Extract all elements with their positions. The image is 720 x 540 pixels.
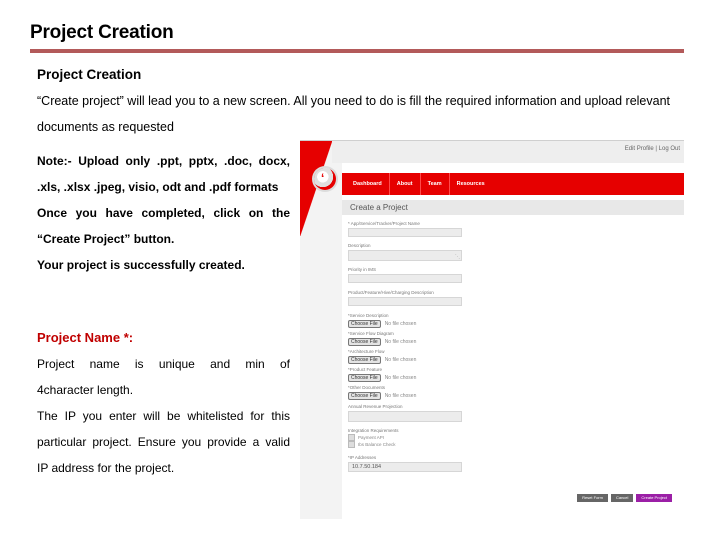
ip-address-input[interactable]: 10.7.50.184 (348, 462, 462, 472)
screenshot-topbar: Edit Profile | Log Out (300, 141, 684, 163)
info-line: 4character length. (37, 383, 134, 397)
info-line: The IP you enter will be whitelisted for… (37, 409, 290, 423)
field-label: *IP Addresses (348, 455, 377, 460)
create-project-button[interactable]: Create Project (636, 494, 672, 502)
info-line: Project name is unique and min of (37, 357, 290, 371)
product-description-input[interactable] (348, 297, 462, 306)
screenshot-content: Dashboard About Team Resources Create a … (342, 163, 684, 519)
project-name-heading: Project Name *: (37, 330, 134, 345)
checkbox[interactable] (348, 441, 355, 448)
section-heading: Project Creation (37, 67, 142, 82)
integration-option: Payment API (348, 434, 384, 441)
note-line: Note:- Upload only .ppt, pptx, .doc, doc… (37, 154, 290, 168)
checkbox-label: Payment API (358, 435, 385, 440)
nav-about[interactable]: About (390, 173, 421, 195)
vodafone-logo-icon: ‘ (314, 168, 336, 190)
nav-team[interactable]: Team (421, 173, 450, 195)
field-label: *Service Description (348, 313, 389, 318)
file-upload-other-documents: Choose File No file chosen (348, 392, 416, 400)
info-line: IP address for the project. (37, 461, 175, 475)
field-label: Integration Requirements (348, 428, 399, 433)
intro-text: “Create project” will lead you to a new … (37, 94, 670, 134)
project-name-info: Project Name *: Project name is unique a… (37, 325, 290, 481)
file-status: No file chosen (384, 339, 417, 345)
top-links[interactable]: Edit Profile | Log Out (625, 146, 680, 152)
nav-dashboard[interactable]: Dashboard (346, 173, 390, 195)
file-status: No file chosen (384, 393, 417, 399)
choose-file-button[interactable]: Choose File (348, 338, 381, 346)
choose-file-button[interactable]: Choose File (348, 374, 381, 382)
intro-paragraph: “Create project” will lead you to a new … (37, 88, 687, 140)
field-label: Annual Revenue Projection (348, 404, 403, 409)
field-label: *Other Documents (348, 385, 386, 390)
create-project-screenshot: Edit Profile | Log Out ‘ Dashboard About… (300, 140, 684, 519)
field-label: *Architecture Flow (348, 349, 385, 354)
cancel-button[interactable]: Cancel (610, 494, 634, 502)
resize-grip-icon[interactable]: ⋱ (455, 254, 460, 260)
nav-resources[interactable]: Resources (450, 173, 492, 195)
main-nav: Dashboard About Team Resources (342, 173, 684, 195)
slide-title: Project Creation (30, 22, 174, 43)
title-divider (30, 49, 684, 53)
description-textarea[interactable]: ⋱ (348, 250, 462, 261)
field-label: Priority in IMS (348, 267, 377, 272)
field-label: Description (348, 243, 371, 248)
brand-wedge (300, 141, 332, 519)
field-label: *Service Flow Diagram (348, 331, 394, 336)
note-line: .xls, .xlsx .jpeg, visio, odt and .pdf f… (37, 180, 279, 194)
file-upload-service-flow: Choose File No file chosen (348, 338, 416, 346)
note-line: Your project is successfully created. (37, 258, 245, 272)
file-upload-architecture: Choose File No file chosen (348, 356, 416, 364)
checkbox[interactable] (348, 434, 355, 441)
note-block: Note:- Upload only .ppt, pptx, .doc, doc… (37, 148, 290, 278)
file-status: No file chosen (384, 357, 417, 363)
field-label: Product/Feature/Hive/Charging Descriptio… (348, 290, 434, 295)
checkbox-label: Ibs Balance Check (358, 442, 396, 447)
revenue-input[interactable] (348, 411, 462, 422)
integration-option: Ibs Balance Check (348, 441, 396, 448)
field-label: *Product Feature (348, 367, 383, 372)
page-header: Create a Project (342, 200, 684, 215)
field-label: * App/Service/Tracker/Project Name (348, 221, 420, 226)
project-name-input[interactable] (348, 228, 462, 237)
file-upload-product-feature: Choose File No file chosen (348, 374, 416, 382)
note-line: Once you have completed, click on the (37, 206, 290, 220)
file-status: No file chosen (384, 321, 417, 327)
file-upload-service-description: Choose File No file chosen (348, 320, 416, 328)
choose-file-button[interactable]: Choose File (348, 356, 381, 364)
note-line: “Create Project” button. (37, 232, 175, 246)
choose-file-button[interactable]: Choose File (348, 320, 381, 328)
form-actions: Reset Form Cancel Create Project (577, 494, 672, 502)
choose-file-button[interactable]: Choose File (348, 392, 381, 400)
info-line: particular project. Ensure you provide a… (37, 435, 290, 449)
priority-input[interactable] (348, 274, 462, 283)
file-status: No file chosen (384, 375, 417, 381)
reset-form-button[interactable]: Reset Form (577, 494, 608, 502)
